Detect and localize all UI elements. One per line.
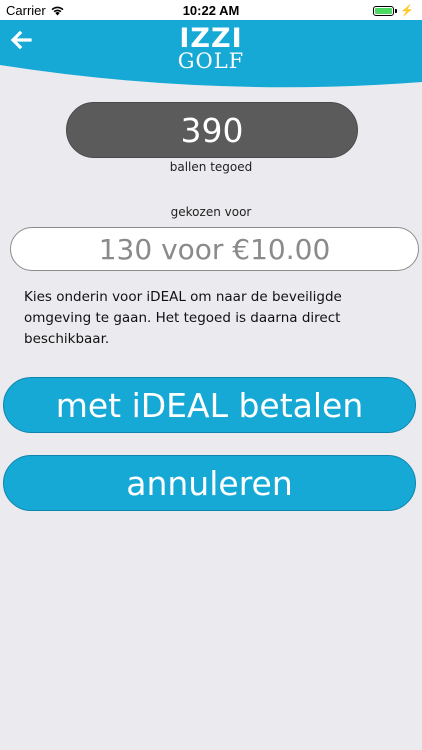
- selection-value: 130 voor €10.00: [98, 232, 331, 266]
- selection-label: gekozen voor: [170, 205, 252, 219]
- balance-value: 390: [180, 110, 244, 150]
- cancel-button-label: annuleren: [126, 463, 293, 503]
- balance-label: ballen tegoed: [169, 160, 253, 174]
- balance-display: 390: [66, 102, 358, 158]
- pay-button-label: met iDEAL betalen: [55, 385, 364, 425]
- izzi-golf-logo: IZZI GOLF: [0, 25, 422, 72]
- battery-tip: [395, 8, 398, 13]
- pay-with-ideal-button[interactable]: met iDEAL betalen: [3, 377, 416, 433]
- status-bar: Carrier 10:22 AM ⚡: [0, 0, 422, 20]
- cancel-button[interactable]: annuleren: [3, 455, 416, 511]
- charging-icon: ⚡: [400, 5, 414, 17]
- logo-golf: GOLF: [177, 49, 245, 73]
- battery-icon: [373, 5, 395, 16]
- selection-field: 130 voor €10.00: [10, 227, 419, 271]
- info-text: Kies onderin voor iDEAL om naar de bevei…: [24, 289, 342, 347]
- app-header: IZZI GOLF: [0, 20, 422, 90]
- battery-indicator: ⚡: [373, 4, 414, 17]
- status-time: 10:22 AM: [182, 3, 240, 18]
- battery-level: [375, 7, 393, 14]
- logo-izzi: IZZI: [179, 23, 243, 54]
